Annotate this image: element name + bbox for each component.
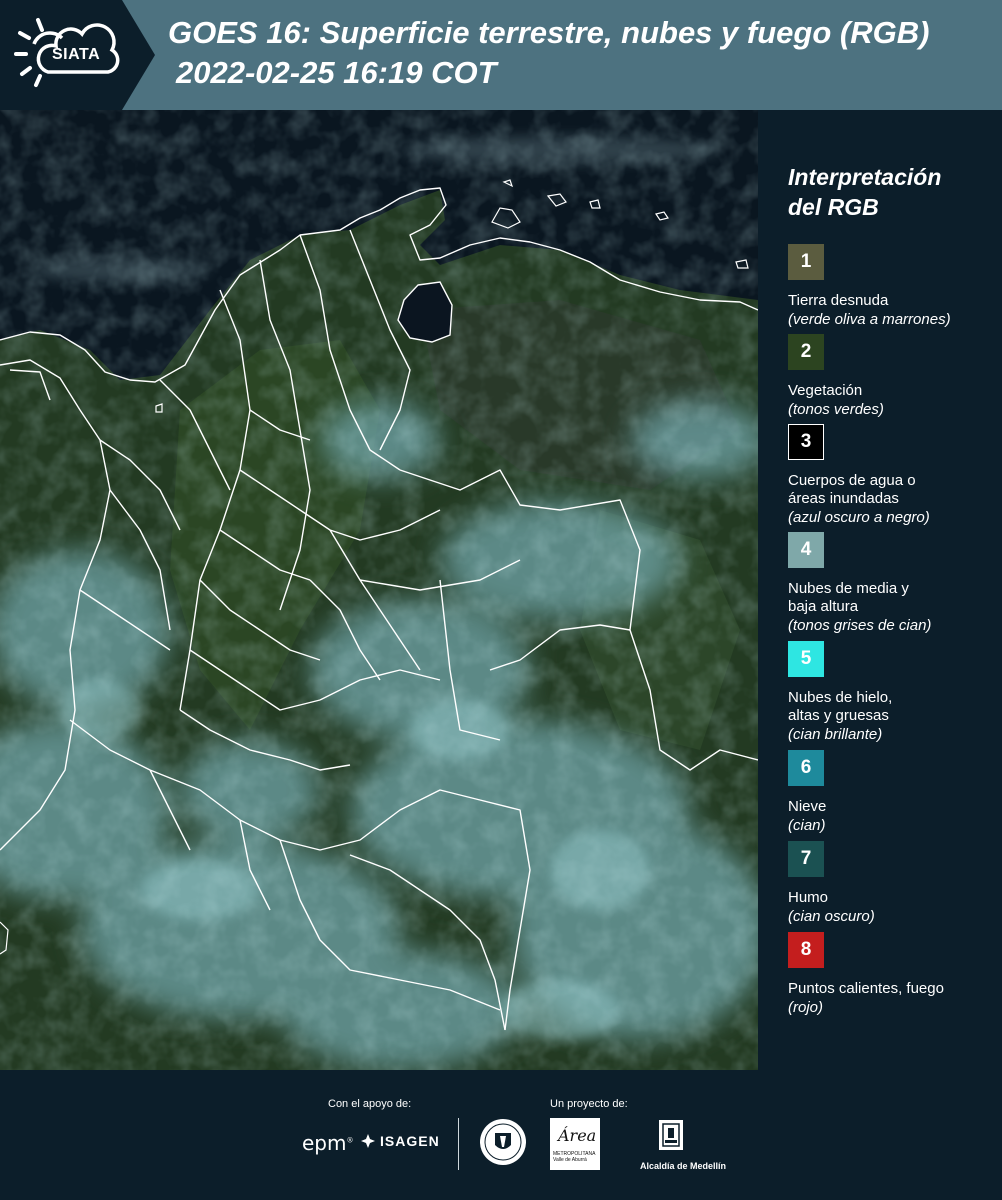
page-subtitle-datetime: 2022-02-25 16:19 COT — [176, 55, 497, 90]
page-title: GOES 16: Superficie terrestre, nubes y f… — [168, 15, 930, 50]
legend-swatch-4: 4 — [788, 532, 824, 568]
epm-logo: epm® — [302, 1131, 354, 1155]
isagen-icon — [361, 1134, 375, 1148]
legend-item-vegetation: 2 Vegetación (tonos verdes) — [788, 334, 998, 419]
header: SIATA GOES 16: Superficie terrestre, nub… — [0, 0, 1002, 110]
area-metropolitana-logo: Área METROPOLITANA Valle de Aburrá — [550, 1118, 600, 1170]
siata-logo: SIATA — [0, 0, 155, 110]
legend-swatch-3: 3 — [788, 424, 824, 460]
legend-item-smoke: 7 Humo (cian oscuro) — [788, 841, 998, 926]
rgb-legend: Interpretación del RGB 1 Tierra desnuda … — [772, 110, 997, 1070]
legend-swatch-5: 5 — [788, 641, 824, 677]
medellin-shield-icon — [659, 1120, 683, 1150]
alcaldia-medellin-logo: Alcaldía de Medellín — [640, 1118, 726, 1171]
support-label: Con el apoyo de: — [328, 1098, 412, 1110]
legend-item-ice-clouds: 5 Nubes de hielo, altas y gruesas (cian … — [788, 641, 998, 744]
legend-swatch-7: 7 — [788, 841, 824, 877]
legend-item-snow: 6 Nieve (cian) — [788, 750, 998, 835]
legend-swatch-6: 6 — [788, 750, 824, 786]
satellite-map[interactable] — [0, 110, 758, 1070]
legend-item-fire: 8 Puntos calientes, fuego (rojo) — [788, 932, 998, 1017]
legend-item-water: 3 Cuerpos de agua o áreas inundadas (azu… — [788, 424, 998, 527]
legend-title: Interpretación del RGB — [788, 164, 942, 220]
footer-divider — [458, 1118, 459, 1170]
legend-item-mid-low-clouds: 4 Nubes de media y baja altura (tonos gr… — [788, 532, 998, 635]
university-seal-icon — [480, 1119, 526, 1165]
project-label: Un proyecto de: — [550, 1098, 628, 1110]
siata-logo-text: SIATA — [52, 46, 101, 63]
legend-swatch-1: 1 — [788, 244, 824, 280]
footer: Con el apoyo de: Un proyecto de: epm® IS… — [0, 1070, 1002, 1200]
legend-item-bare-soil: 1 Tierra desnuda (verde oliva a marrones… — [788, 244, 998, 329]
legend-swatch-8: 8 — [788, 932, 824, 968]
isagen-logo: ISAGEN — [360, 1133, 440, 1149]
legend-swatch-2: 2 — [788, 334, 824, 370]
